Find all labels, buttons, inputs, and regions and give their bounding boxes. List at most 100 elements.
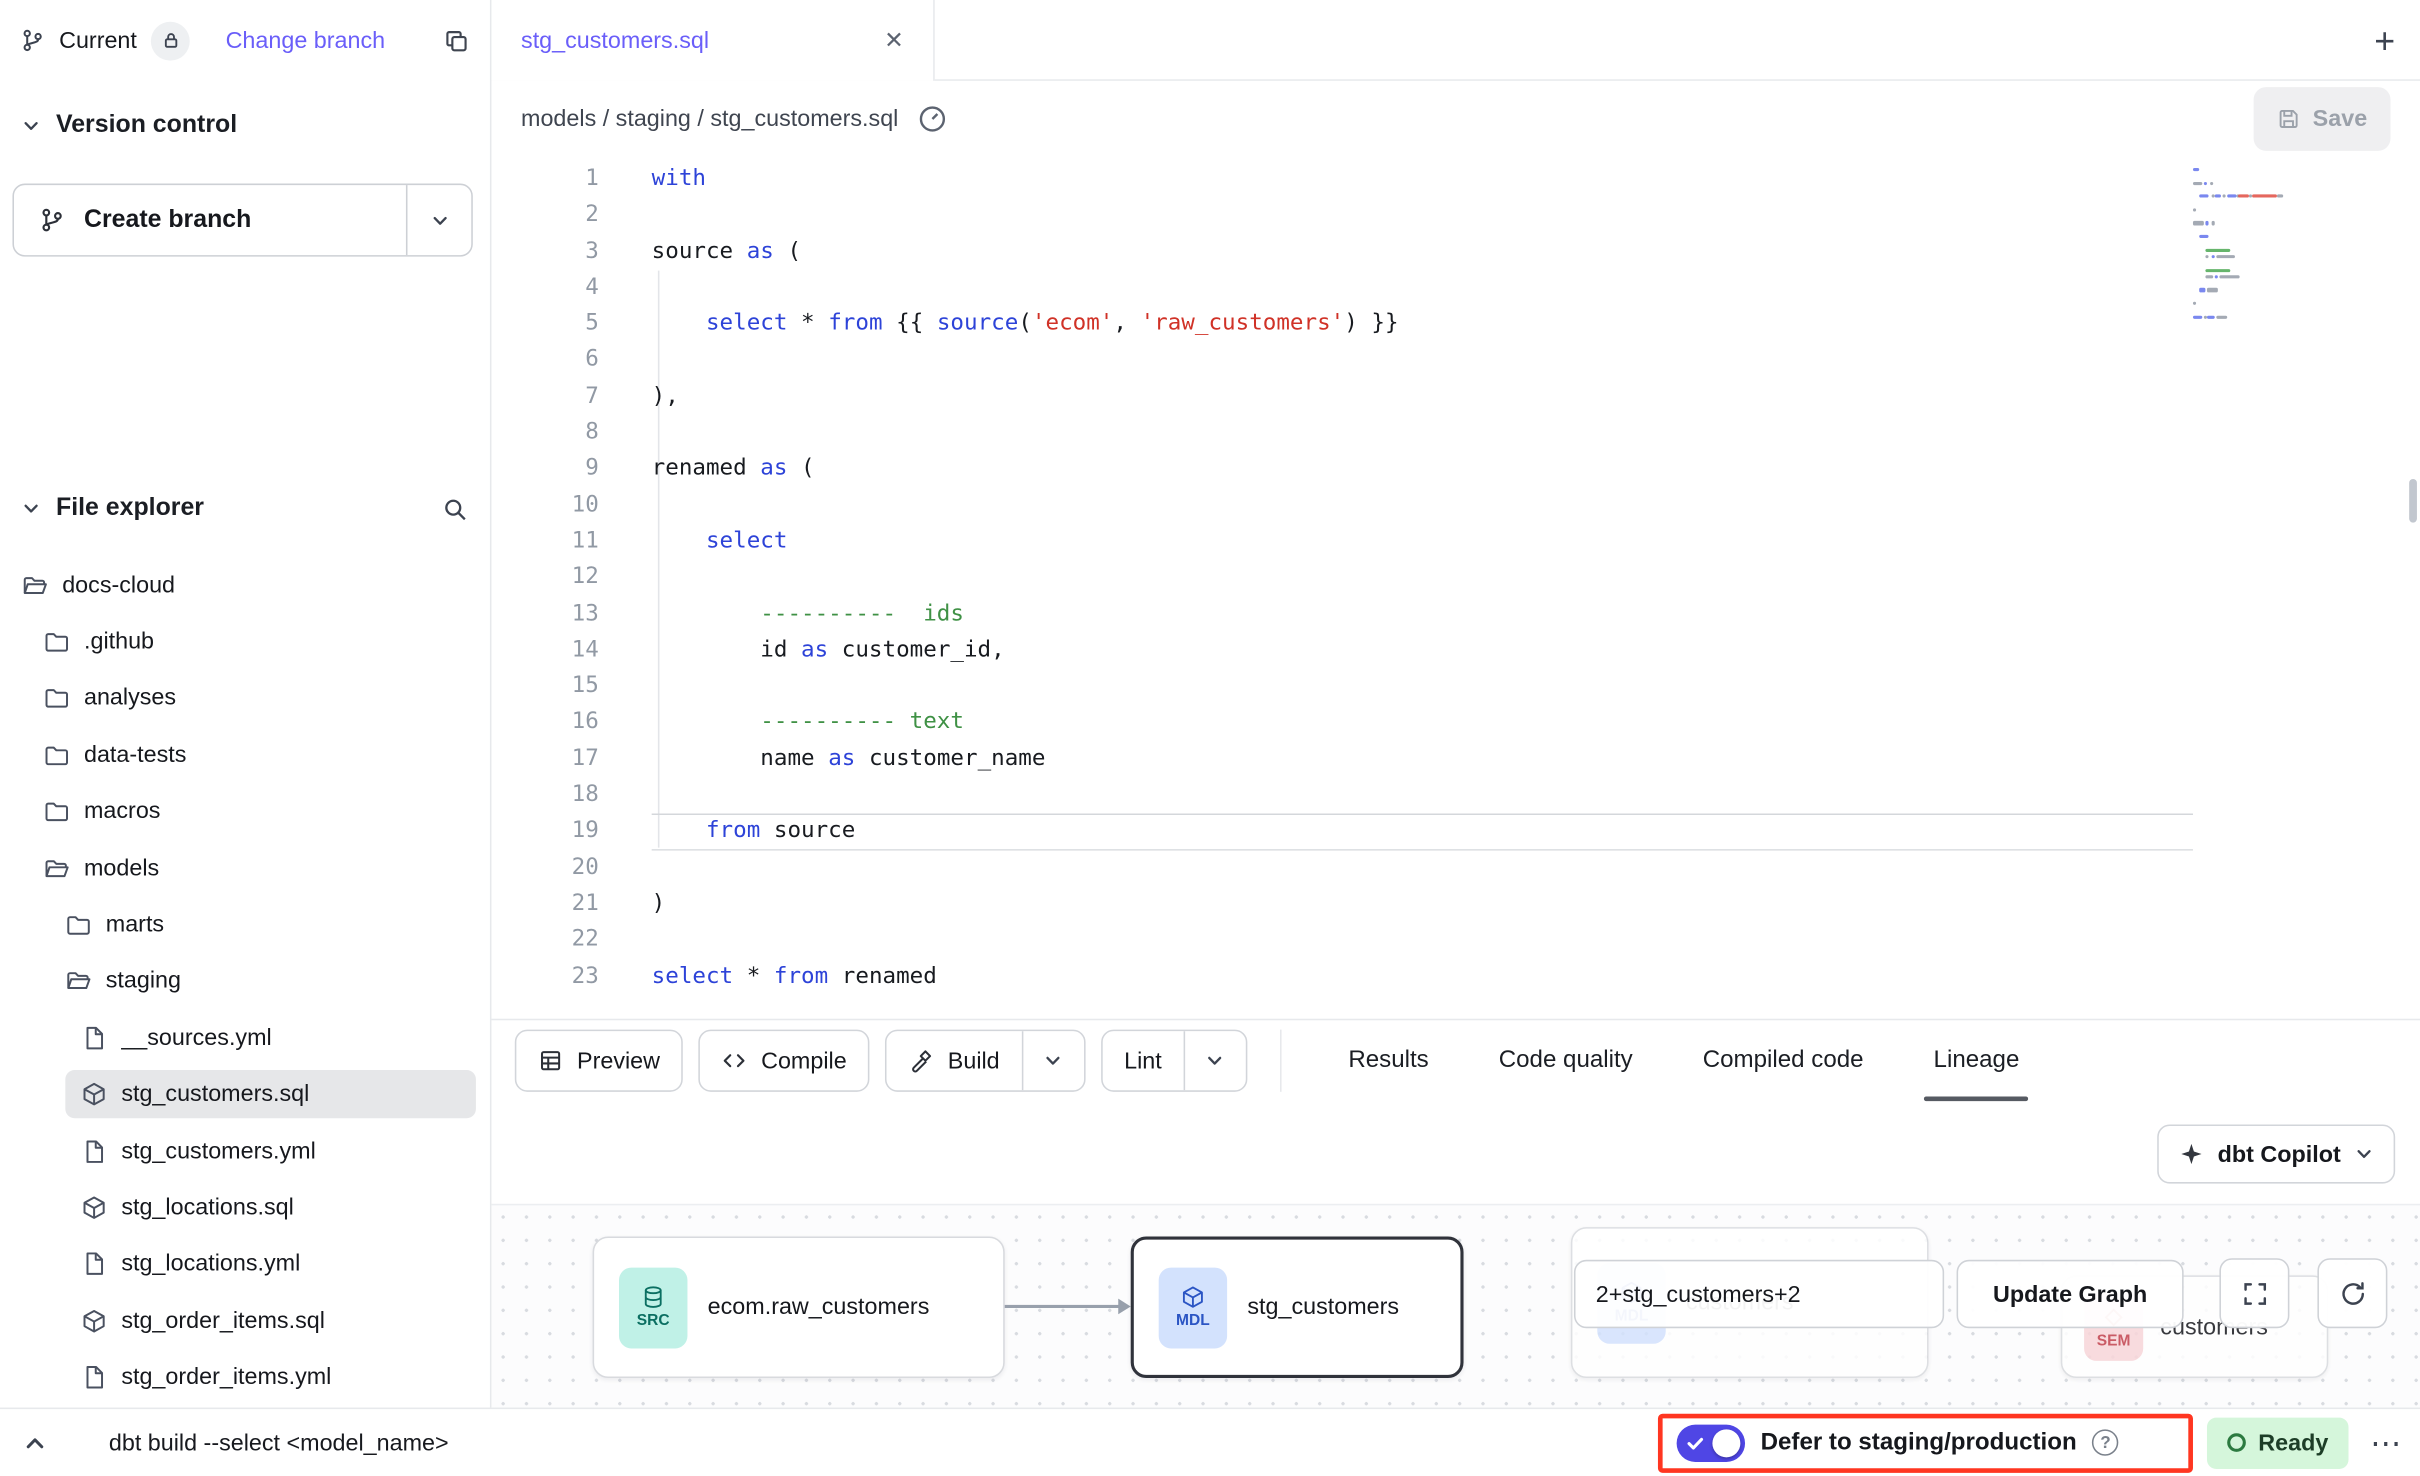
- create-branch-button[interactable]: Create branch: [12, 184, 472, 257]
- file-row-body[interactable]: marts: [50, 901, 476, 949]
- file-item-marts[interactable]: marts: [0, 896, 490, 953]
- file-item-docs-cloud[interactable]: docs-cloud: [0, 557, 490, 614]
- code-line-22[interactable]: [652, 923, 2193, 959]
- file-item-stg_order_items.sql[interactable]: stg_order_items.sql: [0, 1293, 490, 1350]
- scrollbar-thumb[interactable]: [2409, 479, 2417, 523]
- code-line-17[interactable]: name as customer_name: [652, 741, 2193, 777]
- code-line-13[interactable]: ---------- ids: [652, 597, 2193, 633]
- refresh-button[interactable]: [2317, 1258, 2387, 1328]
- code-line-4[interactable]: [652, 270, 2193, 306]
- save-button[interactable]: Save: [2254, 86, 2391, 150]
- code-line-11[interactable]: select: [652, 524, 2193, 560]
- file-row-body[interactable]: data-tests: [28, 731, 476, 779]
- new-tab-button[interactable]: +: [2374, 0, 2395, 81]
- change-branch-link[interactable]: Change branch: [226, 27, 386, 53]
- file-row-body[interactable]: stg_locations.sql: [65, 1184, 476, 1232]
- file-item-stg_locations.sql[interactable]: stg_locations.sql: [0, 1179, 490, 1236]
- file-row-body[interactable]: .github: [28, 618, 476, 666]
- tab-compiled-code[interactable]: Compiled code: [1700, 1020, 1867, 1101]
- file-row-body[interactable]: __sources.yml: [65, 1014, 476, 1062]
- code-line-20[interactable]: [652, 850, 2193, 886]
- file-row-body[interactable]: macros: [28, 787, 476, 835]
- code-line-9[interactable]: renamed as (: [652, 452, 2193, 488]
- code-line-12[interactable]: [652, 560, 2193, 596]
- more-menu-button[interactable]: ⋯: [2370, 1423, 2403, 1462]
- file-row-body[interactable]: stg_order_items.yml: [65, 1353, 476, 1401]
- version-control-header[interactable]: Version control: [0, 103, 490, 150]
- code-editor[interactable]: 1234567891011121314151617181920212223 wi…: [491, 156, 2420, 1019]
- close-icon[interactable]: ✕: [884, 26, 904, 54]
- command-input[interactable]: dbt build --select <model_name>: [109, 1429, 449, 1455]
- code-line-14[interactable]: id as customer_id,: [652, 633, 2193, 669]
- toolbar-divider: [1280, 1030, 1282, 1092]
- file-item-macros[interactable]: macros: [0, 783, 490, 840]
- code-line-5[interactable]: select * from {{ source('ecom', 'raw_cus…: [652, 307, 2193, 343]
- gauge-icon[interactable]: [917, 103, 947, 133]
- code-line-2[interactable]: [652, 198, 2193, 234]
- file-row-body[interactable]: stg_order_items.sql: [65, 1297, 476, 1345]
- code-line-8[interactable]: [652, 415, 2193, 451]
- tab-stg-customers[interactable]: stg_customers.sql ✕: [491, 0, 934, 81]
- tab-results[interactable]: Results: [1345, 1020, 1432, 1101]
- file-row-body[interactable]: docs-cloud: [6, 561, 476, 609]
- tab-code-quality[interactable]: Code quality: [1496, 1020, 1636, 1101]
- lineage-canvas[interactable]: MDL customers SEM customers SRC ecom.raw…: [491, 1204, 2420, 1408]
- code-line-10[interactable]: [652, 488, 2193, 524]
- chevron-up-icon[interactable]: [23, 1431, 46, 1454]
- update-graph-button[interactable]: Update Graph: [1957, 1260, 2184, 1328]
- create-branch-dropdown[interactable]: [406, 185, 471, 255]
- file-item-analyses[interactable]: analyses: [0, 670, 490, 727]
- file-row-body[interactable]: stg_customers.sql: [65, 1070, 476, 1118]
- code-line-16[interactable]: ---------- text: [652, 705, 2193, 741]
- file-item-staging[interactable]: staging: [0, 953, 490, 1010]
- code-line-23[interactable]: select * from renamed: [652, 959, 2193, 995]
- file-item-stg_order_items.yml[interactable]: stg_order_items.yml: [0, 1349, 490, 1406]
- line-number: 5: [491, 307, 598, 343]
- code-line-7[interactable]: ),: [652, 379, 2193, 415]
- minimap[interactable]: [2193, 168, 2327, 355]
- file-row-body[interactable]: staging: [50, 957, 476, 1005]
- file-row-body[interactable]: stg_locations.yml: [65, 1240, 476, 1288]
- dbt-copilot-button[interactable]: dbt Copilot: [2157, 1124, 2395, 1183]
- file-item-__sources.yml[interactable]: __sources.yml: [0, 1010, 490, 1067]
- file-item-data-tests[interactable]: data-tests: [0, 727, 490, 784]
- file-item-stg_customers.sql[interactable]: stg_customers.sql: [0, 1066, 490, 1123]
- file-row-body[interactable]: stg_customers.yml: [65, 1127, 476, 1175]
- file-row-body[interactable]: analyses: [28, 674, 476, 722]
- lineage-node-stg-customers[interactable]: MDL stg_customers: [1131, 1236, 1464, 1378]
- lineage-node-raw-customers[interactable]: SRC ecom.raw_customers: [593, 1236, 1005, 1378]
- minimap-line: [2211, 195, 2214, 198]
- fullscreen-button[interactable]: [2219, 1258, 2289, 1328]
- code-line-6[interactable]: [652, 343, 2193, 379]
- create-branch-main[interactable]: Create branch: [14, 185, 406, 255]
- build-button[interactable]: Build: [887, 1031, 1021, 1090]
- lint-button[interactable]: Lint: [1102, 1031, 1183, 1090]
- file-icon: [81, 1138, 107, 1164]
- defer-toggle[interactable]: [1677, 1424, 1745, 1461]
- search-icon[interactable]: [442, 495, 468, 521]
- compile-button[interactable]: Compile: [699, 1030, 870, 1092]
- help-icon[interactable]: ?: [2092, 1429, 2118, 1455]
- line-number: 2: [491, 198, 598, 234]
- code-line-1[interactable]: with: [652, 162, 2193, 198]
- lint-dropdown[interactable]: [1183, 1031, 1245, 1090]
- copy-icon[interactable]: [443, 27, 469, 53]
- file-item-stg_customers.yml[interactable]: stg_customers.yml: [0, 1123, 490, 1180]
- preview-button[interactable]: Preview: [515, 1030, 684, 1092]
- code-line-3[interactable]: source as (: [652, 234, 2193, 270]
- code-area[interactable]: with source as ( select * from {{ source(…: [652, 162, 2193, 995]
- code-line-21[interactable]: ): [652, 886, 2193, 922]
- tab-title: stg_customers.sql: [521, 27, 709, 53]
- file-item-models[interactable]: models: [0, 840, 490, 897]
- file-explorer-header[interactable]: File explorer: [0, 485, 490, 532]
- build-dropdown[interactable]: [1021, 1031, 1083, 1090]
- tab-lineage[interactable]: Lineage: [1930, 1020, 2022, 1101]
- code-line-15[interactable]: [652, 669, 2193, 705]
- file-item-stg_locations.yml[interactable]: stg_locations.yml: [0, 1236, 490, 1293]
- graph-selector-input[interactable]: [1574, 1260, 1944, 1328]
- file-item-.github[interactable]: .github: [0, 613, 490, 670]
- file-row-body[interactable]: models: [28, 844, 476, 892]
- code-line-19[interactable]: from source: [652, 814, 2193, 850]
- code-line-18[interactable]: [652, 778, 2193, 814]
- folder-open-icon: [44, 855, 70, 881]
